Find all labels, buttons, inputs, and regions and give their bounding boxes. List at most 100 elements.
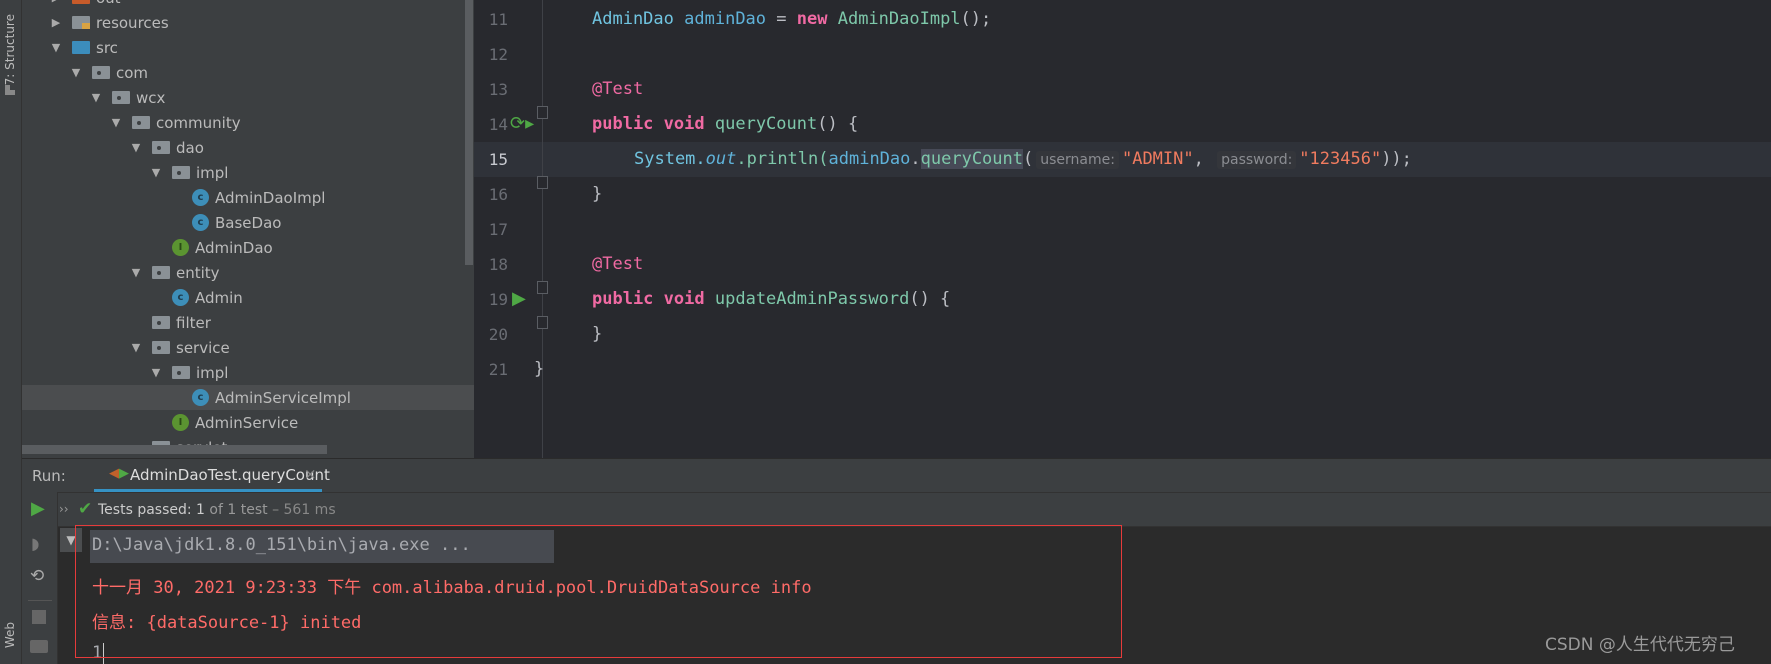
code-line-13: @Test bbox=[592, 79, 644, 99]
tree-vertical-scrollbar[interactable] bbox=[465, 0, 473, 265]
package-icon bbox=[132, 116, 150, 129]
tree-item[interactable]: ▼ community bbox=[22, 110, 474, 135]
tree-item-label: src bbox=[96, 38, 118, 57]
rerun-failed-icon[interactable]: ◗ bbox=[31, 534, 39, 553]
code-line-19: public void updateAdminPassword() { bbox=[592, 289, 951, 309]
tree-item[interactable]: ▼ src bbox=[22, 35, 474, 60]
tree-item[interactable]: ▼ dao bbox=[22, 135, 474, 160]
line-number: 16 bbox=[488, 185, 508, 204]
folder-out-icon bbox=[72, 0, 90, 4]
line-number: 19 bbox=[488, 290, 508, 309]
package-icon bbox=[172, 166, 190, 179]
camera-icon[interactable] bbox=[30, 640, 48, 653]
line-number: 11 bbox=[488, 10, 508, 29]
tree-item[interactable]: ▶ resources bbox=[22, 10, 474, 35]
test-tab-icon: ◀▶ bbox=[109, 466, 129, 481]
tree-item[interactable]: ▼ impl bbox=[22, 160, 474, 185]
tree-item[interactable]: ▼ entity bbox=[22, 260, 474, 285]
expanded-arrow-icon[interactable]: ▼ bbox=[130, 141, 142, 154]
run-test-passed-icon[interactable]: ⟳▸ bbox=[510, 113, 534, 134]
fold-marker-icon[interactable] bbox=[537, 176, 548, 189]
tree-item-label: BaseDao bbox=[215, 213, 282, 232]
left-tool-stripe: 7: Structure Web bbox=[0, 0, 22, 664]
tree-item[interactable]: c AdminDaoImpl bbox=[22, 185, 474, 210]
tree-item-label: filter bbox=[176, 313, 211, 332]
code-editor[interactable]: 11 12 13 14 15 16 17 18 19 20 21 ⟳▸ ▶ AdminDao adm… bbox=[474, 0, 1771, 458]
expanded-arrow-icon[interactable]: ▼ bbox=[130, 266, 142, 279]
tree-item-label: community bbox=[156, 113, 241, 132]
expanded-arrow-icon[interactable]: ▼ bbox=[50, 41, 62, 54]
tree-item[interactable]: c Admin bbox=[22, 285, 474, 310]
class-icon: c bbox=[172, 289, 189, 306]
source-folder-icon bbox=[72, 41, 90, 54]
tree-item[interactable]: I AdminService bbox=[22, 410, 474, 435]
test-status-bar: ›› ✔ Tests passed: 1 of 1 test – 561 ms bbox=[58, 492, 1771, 527]
tree-item[interactable]: ▼ wcx bbox=[22, 85, 474, 110]
tree-item[interactable]: c AdminServiceImpl bbox=[22, 385, 474, 410]
web-tool-button[interactable]: Web bbox=[3, 622, 17, 648]
tree-horizontal-scrollbar[interactable] bbox=[22, 445, 327, 454]
tree-item-label: out bbox=[96, 0, 121, 7]
run-tab-label: AdminDaoTest.queryCount bbox=[130, 466, 330, 484]
fold-marker-icon[interactable] bbox=[537, 281, 548, 294]
line-number: 13 bbox=[488, 80, 508, 99]
tree-item[interactable]: ▶ out bbox=[22, 0, 474, 10]
package-icon bbox=[152, 141, 170, 154]
tree-item-label: service bbox=[176, 338, 230, 357]
tree-item-label: wcx bbox=[136, 88, 166, 107]
expanded-arrow-icon[interactable]: ▼ bbox=[110, 116, 122, 129]
line-number: 18 bbox=[488, 255, 508, 274]
run-tab[interactable]: ◀▶ AdminDaoTest.queryCount × bbox=[94, 459, 330, 492]
structure-tool-button[interactable]: 7: Structure bbox=[3, 14, 17, 85]
package-icon bbox=[172, 366, 190, 379]
line-number: 12 bbox=[488, 45, 508, 64]
fold-marker-icon[interactable] bbox=[537, 106, 548, 119]
toggle-auto-test-icon[interactable]: ⟲ bbox=[30, 566, 44, 586]
expanded-arrow-icon[interactable]: ▼ bbox=[150, 366, 162, 379]
package-icon bbox=[152, 341, 170, 354]
code-line-16: } bbox=[592, 184, 603, 204]
fold-marker-icon[interactable] bbox=[537, 316, 548, 329]
annotation-red-box bbox=[75, 525, 1122, 658]
param-hint-username: username: bbox=[1036, 151, 1119, 169]
abstract-class-icon: c bbox=[192, 214, 209, 231]
package-icon bbox=[152, 316, 170, 329]
code-line-14: public void queryCount() { bbox=[592, 114, 859, 134]
expand-chevron-icon[interactable]: ›› bbox=[59, 502, 69, 516]
stop-icon[interactable] bbox=[32, 610, 46, 624]
watermark: CSDN @人生代代无穷己 bbox=[1545, 635, 1735, 655]
param-hint-password: password: bbox=[1217, 151, 1297, 169]
project-tree: ▶ out ▶ resources ▼ src ▼ com ▼ wcx ▼ community ▼ dao… bbox=[22, 0, 474, 458]
tree-item[interactable]: filter bbox=[22, 310, 474, 335]
tree-item[interactable]: ▼ impl bbox=[22, 360, 474, 385]
code-line-15: System.out.println(adminDao.queryCount(u… bbox=[634, 149, 1412, 169]
collapsed-arrow-icon[interactable]: ▶ bbox=[50, 16, 62, 29]
code-line-18: @Test bbox=[592, 254, 644, 274]
check-icon: ✔ bbox=[78, 499, 93, 519]
resources-folder-icon bbox=[72, 16, 90, 29]
tree-item[interactable]: ▼ com bbox=[22, 60, 474, 85]
line-number: 17 bbox=[488, 220, 508, 239]
run-test-icon[interactable]: ▶ bbox=[512, 288, 526, 309]
close-tab-icon[interactable]: × bbox=[304, 465, 317, 483]
tree-item[interactable]: I AdminDao bbox=[22, 235, 474, 260]
package-icon bbox=[112, 91, 130, 104]
tree-item[interactable]: c BaseDao bbox=[22, 210, 474, 235]
line-number: 14 bbox=[488, 115, 508, 134]
expanded-arrow-icon[interactable]: ▼ bbox=[90, 91, 102, 104]
rerun-icon[interactable]: ▶ bbox=[31, 498, 45, 519]
expanded-arrow-icon[interactable]: ▼ bbox=[130, 341, 142, 354]
tree-item[interactable]: ▼ service bbox=[22, 335, 474, 360]
toolbar-divider bbox=[28, 600, 52, 601]
class-icon: c bbox=[192, 189, 209, 206]
expanded-arrow-icon[interactable]: ▼ bbox=[150, 166, 162, 179]
interface-icon: I bbox=[172, 414, 189, 431]
code-line-21: } bbox=[534, 359, 545, 379]
line-number: 21 bbox=[488, 360, 508, 379]
expanded-arrow-icon[interactable]: ▼ bbox=[70, 66, 82, 79]
tree-item-label: com bbox=[116, 63, 149, 82]
run-tool-window-header: Run: ◀▶ AdminDaoTest.queryCount × bbox=[22, 458, 1771, 492]
collapsed-arrow-icon[interactable]: ▶ bbox=[50, 0, 62, 4]
code-line-20: } bbox=[592, 324, 603, 344]
structure-icon bbox=[5, 85, 15, 95]
